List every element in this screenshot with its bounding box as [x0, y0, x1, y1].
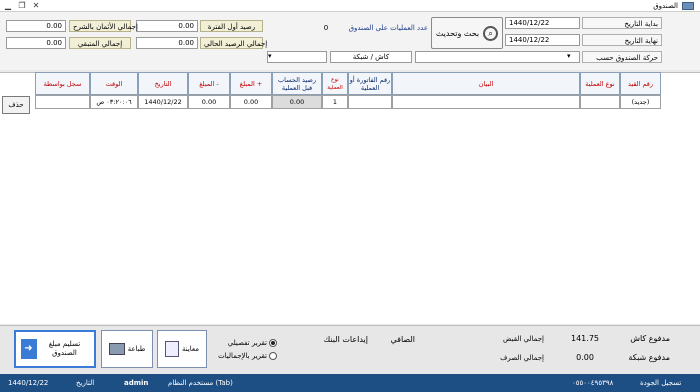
- payment-type-select[interactable]: [267, 51, 327, 63]
- cell-op-type[interactable]: [580, 95, 620, 109]
- network-paid-value: 0.00: [576, 353, 594, 362]
- chevron-down-icon[interactable]: ▾: [567, 52, 571, 60]
- col-invoice-no[interactable]: رقم الفاتورة أو العملية: [348, 72, 392, 95]
- status-bar: 1440/12/22 التاريخ admin مستخدم النظام (…: [0, 374, 700, 392]
- account-label: حركة الصندوق حسب: [582, 51, 662, 63]
- printer-icon: [108, 343, 125, 355]
- col-date[interactable]: التاريخ: [138, 72, 188, 95]
- col-amount-plus[interactable]: المبلغ +: [230, 72, 272, 95]
- current-balance-field[interactable]: 0.00: [136, 37, 198, 49]
- cell-amount-minus[interactable]: 0.00: [188, 95, 230, 109]
- cell-balance-before[interactable]: 0.00: [272, 95, 322, 109]
- preview-button[interactable]: معاينة: [157, 330, 207, 368]
- cell-date[interactable]: 1440/12/22: [138, 95, 188, 109]
- bank-deposits-label: إيداعات البنك: [323, 335, 368, 344]
- total-due-field[interactable]: 0.00: [6, 20, 66, 32]
- opening-balance-field[interactable]: 0.00: [136, 20, 198, 32]
- total-payments-label: إجمالي الصرف: [500, 354, 544, 362]
- account-select[interactable]: [415, 51, 580, 63]
- col-op-no[interactable]: نوع العملية: [322, 72, 348, 95]
- print-label: طباعة: [127, 344, 146, 353]
- total-remaining-label: إجمالي المتبقي: [69, 37, 131, 49]
- payment-type-field[interactable]: كاش / شبكة: [330, 51, 412, 63]
- col-time[interactable]: الوقت: [90, 72, 138, 95]
- operations-grid: [0, 72, 700, 324]
- preview-label: معاينة: [181, 344, 200, 353]
- opening-balance-label: رصيد أول الفترة: [200, 20, 263, 32]
- to-date-label: نهاية التاريخ: [582, 34, 662, 46]
- ops-count-label: عدد العمليات على الصندوق: [348, 24, 428, 32]
- col-entry-no[interactable]: رقم القيد: [620, 72, 661, 95]
- title-bar: ▁ ❐ ✕ الصندوق: [0, 0, 700, 12]
- delete-button[interactable]: حذف: [2, 96, 30, 114]
- search-button-label: بحث وتحديث: [435, 28, 480, 38]
- close-icon[interactable]: ✕: [30, 1, 42, 11]
- app-icon: [682, 2, 694, 10]
- col-statement[interactable]: البيان: [392, 72, 580, 95]
- cell-time[interactable]: ٠٣:٢٠:٠٦ ص: [90, 95, 138, 109]
- cell-invoice-no[interactable]: [348, 95, 392, 109]
- ops-count-value: 0: [323, 24, 329, 32]
- col-balance-before[interactable]: رصيد الحساب قبل العملية: [272, 72, 322, 95]
- arrow-right-icon: ➜: [20, 339, 37, 359]
- cell-op-no[interactable]: 1: [322, 95, 348, 109]
- col-recorded-by[interactable]: سجل بواسطة: [35, 72, 90, 95]
- status-date-label: التاريخ: [76, 379, 95, 387]
- total-receipts-label: إجمالي القبض: [503, 335, 544, 343]
- cell-amount-plus[interactable]: 0.00: [230, 95, 272, 109]
- cell-entry-no[interactable]: (جديد): [620, 95, 661, 109]
- payment-chevron-down-icon[interactable]: ▾: [268, 52, 272, 60]
- search-refresh-button[interactable]: بحث وتحديث ⌕: [431, 17, 503, 49]
- radio-selected-dot: [271, 341, 275, 345]
- preview-icon: [164, 341, 179, 357]
- net-label: الصافي: [390, 335, 415, 344]
- cell-recorded-by[interactable]: [35, 95, 90, 109]
- network-paid-label: مدفوع شبكة: [628, 353, 670, 362]
- print-button[interactable]: طباعة: [101, 330, 153, 368]
- restore-icon[interactable]: ❐: [16, 1, 28, 11]
- col-amount-minus[interactable]: المبلغ -: [188, 72, 230, 95]
- report-detailed-label: تقرير تفصيلي: [227, 339, 267, 347]
- from-date-label: بداية التاريخ: [582, 17, 662, 29]
- status-user-label: مستخدم النظام (Tab): [168, 379, 233, 387]
- cash-paid-value: 141.75: [571, 334, 599, 343]
- minimize-icon[interactable]: ▁: [2, 1, 14, 11]
- search-icon: ⌕: [483, 25, 499, 41]
- status-org: تسجيل الجودة: [640, 379, 682, 387]
- status-date: 1440/12/22: [8, 379, 49, 387]
- status-phone: ٠٥٥٠٠٤٩٥٣٩٨: [572, 379, 614, 387]
- cash-paid-label: مدفوع كاش: [630, 334, 670, 343]
- cell-statement[interactable]: [392, 95, 580, 109]
- total-remaining-field[interactable]: 0.00: [6, 37, 66, 49]
- to-date-field[interactable]: 1440/12/22: [505, 34, 580, 46]
- report-totals-radio[interactable]: [269, 352, 277, 360]
- total-due-label: إجمالي الأثمان بالشرح: [69, 20, 138, 32]
- window-title: الصندوق: [653, 2, 678, 10]
- col-op-type[interactable]: نوع العملية: [580, 72, 620, 95]
- report-totals-label: تقرير بالإجماليات: [218, 352, 267, 360]
- handover-button[interactable]: ➜ تسليم مبلغ الصندوق: [14, 330, 96, 368]
- status-user: admin: [124, 379, 149, 387]
- handover-label: تسليم مبلغ الصندوق: [48, 340, 81, 357]
- from-date-field[interactable]: 1440/12/22: [505, 17, 580, 29]
- current-balance-label: إجمالي الرصيد الحالي: [200, 37, 267, 49]
- report-detailed-radio[interactable]: [269, 339, 277, 347]
